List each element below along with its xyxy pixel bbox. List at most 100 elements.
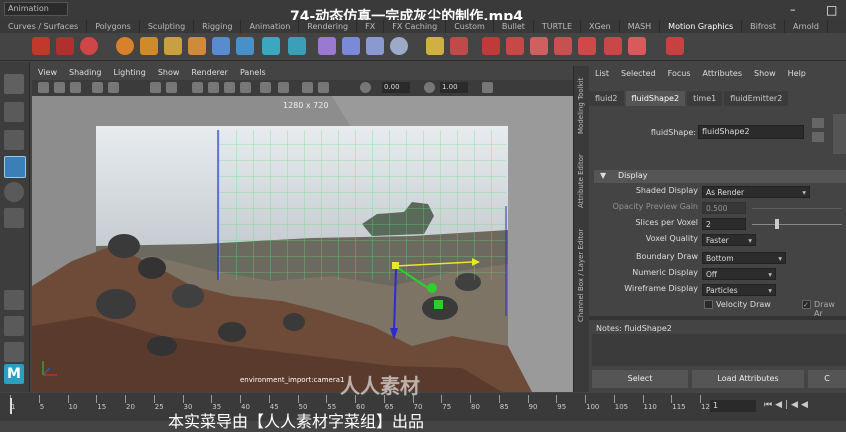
voxel-quality-dropdown[interactable]: Faster ▾ bbox=[702, 234, 756, 246]
viewport-menu-view[interactable]: View bbox=[32, 66, 63, 80]
textured-icon[interactable] bbox=[224, 82, 235, 93]
ae-menu-focus[interactable]: Focus bbox=[662, 66, 697, 82]
mash-scatter-icon[interactable] bbox=[530, 37, 548, 55]
shelf-tab-rendering[interactable]: Rendering bbox=[299, 20, 358, 33]
load-attributes-button[interactable]: Load Attributes bbox=[692, 370, 804, 388]
maximize-button[interactable]: □ bbox=[826, 4, 838, 16]
mash-cube-icon[interactable] bbox=[506, 37, 524, 55]
ao-icon[interactable] bbox=[278, 82, 289, 93]
exposure-field[interactable]: 0.00 bbox=[382, 82, 410, 93]
splitter[interactable] bbox=[589, 316, 846, 320]
mash-sphere-icon[interactable] bbox=[116, 37, 134, 55]
bookmark-icon[interactable] bbox=[70, 82, 81, 93]
mash-network-icon[interactable] bbox=[482, 37, 500, 55]
numeric-display-dropdown[interactable]: Off ▾ bbox=[702, 268, 776, 280]
mash-flight-icon[interactable] bbox=[628, 37, 646, 55]
svg-icon[interactable] bbox=[164, 37, 182, 55]
xray-icon[interactable] bbox=[318, 82, 329, 93]
bend-icon[interactable] bbox=[342, 37, 360, 55]
gamma-field[interactable]: 1.00 bbox=[440, 82, 468, 93]
mash-repro-icon[interactable] bbox=[554, 37, 572, 55]
shelf-tab-arnold[interactable]: Arnold bbox=[785, 20, 828, 33]
draw-arrows-checkbox[interactable]: ✓ bbox=[802, 300, 811, 309]
shelf-tab-bifrost[interactable]: Bifrost bbox=[742, 20, 786, 33]
ae-menu-attributes[interactable]: Attributes bbox=[697, 66, 749, 82]
lock-camera-icon[interactable] bbox=[54, 82, 65, 93]
shelf-tab-rigging[interactable]: Rigging bbox=[194, 20, 242, 33]
grid-toggle-icon[interactable] bbox=[108, 82, 119, 93]
boundary-draw-dropdown[interactable]: Bottom ▾ bbox=[702, 252, 786, 264]
shelf-tab-polygons[interactable]: Polygons bbox=[87, 20, 140, 33]
twist-icon[interactable] bbox=[390, 37, 408, 55]
focus-icon[interactable] bbox=[812, 118, 824, 128]
color-icon[interactable] bbox=[360, 82, 371, 93]
film-gate-icon[interactable] bbox=[150, 82, 161, 93]
ae-menu-show[interactable]: Show bbox=[748, 66, 782, 82]
scale-tool-icon[interactable] bbox=[4, 208, 24, 228]
layout-four-icon[interactable] bbox=[4, 316, 24, 336]
mash-dynamics-icon[interactable] bbox=[604, 37, 622, 55]
shadows-icon[interactable] bbox=[260, 82, 271, 93]
shelf-tab-turtle[interactable]: TURTLE bbox=[534, 20, 582, 33]
shelf-tab-bullet[interactable]: Bullet bbox=[494, 20, 534, 33]
path-icon[interactable] bbox=[288, 37, 306, 55]
menu-set-selector[interactable]: Animation bbox=[4, 2, 68, 16]
display-section-header[interactable]: ▼ Display bbox=[594, 170, 846, 183]
viewport-menu-shading[interactable]: Shading bbox=[63, 66, 108, 80]
render-icon[interactable] bbox=[450, 37, 468, 55]
select-button[interactable]: Select bbox=[592, 370, 688, 388]
ae-tab-time1[interactable]: time1 bbox=[687, 91, 723, 106]
shelf-tab-custom[interactable]: Custom bbox=[446, 20, 494, 33]
lights-icon[interactable] bbox=[240, 82, 251, 93]
side-tab-channel-box[interactable]: Channel Box / Layer Editor bbox=[577, 229, 585, 322]
playback-controls[interactable]: ⏮◀|◀◀ bbox=[764, 400, 844, 412]
shelf-tab-sculpting[interactable]: Sculpting bbox=[140, 20, 195, 33]
image-plane-icon[interactable] bbox=[92, 82, 103, 93]
lasso-tool-icon[interactable] bbox=[4, 102, 24, 122]
flare-icon[interactable] bbox=[366, 37, 384, 55]
shelf-tab-fx[interactable]: FX bbox=[357, 20, 385, 33]
ae-menu-list[interactable]: List bbox=[589, 66, 615, 82]
side-tab-attribute-editor[interactable]: Attribute Editor bbox=[577, 154, 585, 208]
type-icon[interactable] bbox=[140, 37, 158, 55]
ae-menu-help[interactable]: Help bbox=[782, 66, 812, 82]
shelf-tab-curves[interactable]: Curves / Surfaces bbox=[0, 20, 88, 33]
curve-icon[interactable] bbox=[236, 37, 254, 55]
slices-per-voxel-slider[interactable] bbox=[752, 224, 842, 225]
minimize-button[interactable]: – bbox=[790, 4, 802, 16]
grid-icon[interactable] bbox=[262, 37, 280, 55]
ae-side-buttons[interactable] bbox=[833, 114, 846, 154]
distribute-icon[interactable] bbox=[212, 37, 230, 55]
ae-tab-fluidshape2[interactable]: fluidShape2 bbox=[625, 91, 686, 106]
viewport-menu-lighting[interactable]: Lighting bbox=[107, 66, 151, 80]
cube-icon[interactable] bbox=[32, 37, 50, 55]
opacity-preview-gain-slider[interactable] bbox=[752, 208, 842, 209]
ae-tab-fluidemitter2[interactable]: fluidEmitter2 bbox=[724, 91, 789, 106]
rotate-tool-icon[interactable] bbox=[4, 182, 24, 202]
paint-tool-icon[interactable] bbox=[4, 130, 24, 150]
ae-tab-fluid2[interactable]: fluid2 bbox=[589, 91, 624, 106]
gamma-icon[interactable] bbox=[424, 82, 435, 93]
sphere-icon[interactable] bbox=[80, 37, 98, 55]
presets-icon[interactable] bbox=[812, 132, 824, 142]
color-management-icon[interactable] bbox=[482, 82, 493, 93]
viewport-menu-renderer[interactable]: Renderer bbox=[185, 66, 234, 80]
wireframe-display-dropdown[interactable]: Particles ▾ bbox=[702, 284, 776, 296]
layout-single-icon[interactable] bbox=[4, 290, 24, 310]
notes-field[interactable] bbox=[592, 334, 846, 366]
shelf-tab-xgen[interactable]: XGen bbox=[581, 20, 620, 33]
velocity-draw-checkbox[interactable] bbox=[704, 300, 713, 309]
camera-icon[interactable] bbox=[38, 82, 49, 93]
viewport[interactable] bbox=[32, 96, 588, 392]
side-tab-modeling-toolkit[interactable]: Modeling Toolkit bbox=[577, 78, 585, 134]
copy-tab-button[interactable]: C bbox=[808, 370, 846, 388]
ae-menu-selected[interactable]: Selected bbox=[615, 66, 662, 82]
light-icon[interactable] bbox=[426, 37, 444, 55]
shelf-tab-fx-caching[interactable]: FX Caching bbox=[384, 20, 447, 33]
wireframe-icon[interactable] bbox=[192, 82, 203, 93]
shaded-display-dropdown[interactable]: As Render ▾ bbox=[702, 186, 810, 198]
resolution-gate-icon[interactable] bbox=[166, 82, 177, 93]
shelf-tab-animation[interactable]: Animation bbox=[241, 20, 300, 33]
axis-icon[interactable] bbox=[666, 37, 684, 55]
current-frame-field[interactable]: 1 bbox=[710, 400, 756, 412]
